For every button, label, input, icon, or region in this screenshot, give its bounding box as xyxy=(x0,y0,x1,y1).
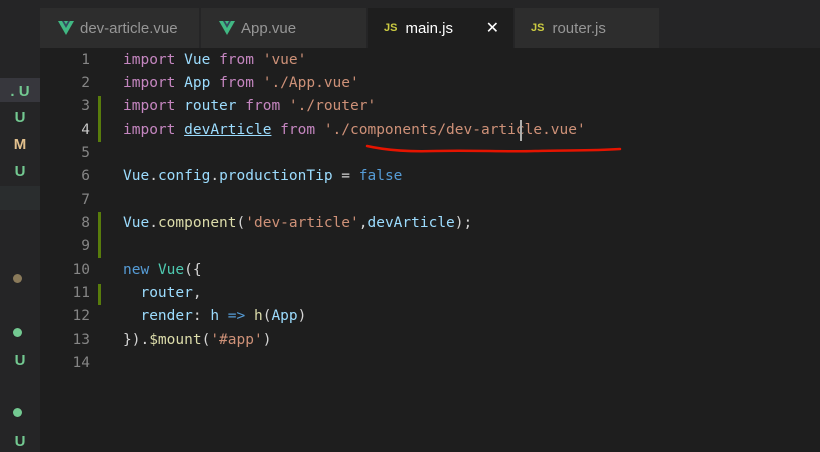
line-number: 7 xyxy=(81,192,90,208)
tab-router-js[interactable]: JS router.js xyxy=(515,8,660,48)
untracked-status-badge: U xyxy=(14,109,26,126)
code-line-6[interactable]: Vue.config.productionTip = false xyxy=(123,165,402,188)
line-number: 8 xyxy=(81,215,90,231)
untracked-status-badge: . U xyxy=(10,83,30,100)
line-number: 10 xyxy=(72,262,90,278)
explorer-hover-row[interactable] xyxy=(0,186,40,210)
code-line-12[interactable]: render: h => h(App) xyxy=(123,305,306,328)
tab-label: dev-article.vue xyxy=(80,19,178,37)
code-line-2[interactable]: import App from './App.vue' xyxy=(123,72,359,95)
red-annotation-underline xyxy=(365,144,622,153)
untracked-status-badge: U xyxy=(14,352,26,369)
js-icon: JS xyxy=(531,22,545,34)
code-line-13[interactable]: }).$mount('#app') xyxy=(123,329,271,352)
line-number: 5 xyxy=(81,145,90,161)
line-number: 11 xyxy=(72,285,90,301)
line-number: 6 xyxy=(81,168,90,184)
code-line-8[interactable]: Vue.component('dev-article',devArticle); xyxy=(123,212,472,235)
modified-status-badge: M xyxy=(13,136,27,153)
folder-changes-dot-icon xyxy=(13,274,22,283)
text-cursor xyxy=(520,120,522,141)
added-lines-marker xyxy=(98,284,101,305)
close-tab-icon[interactable]: ✕ xyxy=(486,18,499,38)
untracked-status-badge: U xyxy=(14,433,26,450)
line-number: 12 xyxy=(72,308,90,324)
editor-tab-bar: dev-article.vue App.vue JS main.js ✕ JS … xyxy=(40,0,820,48)
code-line-4[interactable]: import devArticle from './components/dev… xyxy=(123,119,586,142)
added-lines-marker xyxy=(98,212,101,258)
tab-app-vue[interactable]: App.vue xyxy=(201,8,367,48)
js-icon: JS xyxy=(384,22,398,34)
line-number-current: 4 xyxy=(81,122,90,138)
code-line-11[interactable]: router, xyxy=(123,282,201,305)
code-editor[interactable]: 1 2 3 4 5 6 7 8 9 10 11 12 13 14 import … xyxy=(40,48,820,452)
untracked-status-badge: U xyxy=(14,163,26,180)
tab-label: main.js xyxy=(405,19,453,37)
line-number: 3 xyxy=(81,98,90,114)
tab-label: router.js xyxy=(552,19,606,37)
explorer-status-strip: . U U M U U U xyxy=(0,0,40,452)
line-number: 9 xyxy=(81,238,90,254)
explorer-header xyxy=(0,0,40,48)
code-line-10[interactable]: new Vue({ xyxy=(123,259,202,282)
code-line-3[interactable]: import router from './router' xyxy=(123,95,376,118)
folder-changes-dot-icon xyxy=(13,328,22,337)
folder-changes-dot-icon xyxy=(13,408,22,417)
line-number: 13 xyxy=(72,332,90,348)
line-number-gutter: 1 2 3 4 5 6 7 8 9 10 11 12 13 14 xyxy=(40,48,102,452)
code-line-1[interactable]: import Vue from 'vue' xyxy=(123,49,306,72)
devarticle-import-identifier: devArticle xyxy=(184,122,272,138)
line-number: 14 xyxy=(72,355,90,371)
tab-dev-article-vue[interactable]: dev-article.vue xyxy=(40,8,200,48)
line-number: 1 xyxy=(81,52,90,68)
tab-label: App.vue xyxy=(241,19,297,37)
vue-icon xyxy=(219,21,235,35)
line-number: 2 xyxy=(81,75,90,91)
added-lines-marker xyxy=(98,96,101,142)
vue-icon xyxy=(58,21,74,35)
tab-main-js[interactable]: JS main.js ✕ xyxy=(368,8,514,48)
